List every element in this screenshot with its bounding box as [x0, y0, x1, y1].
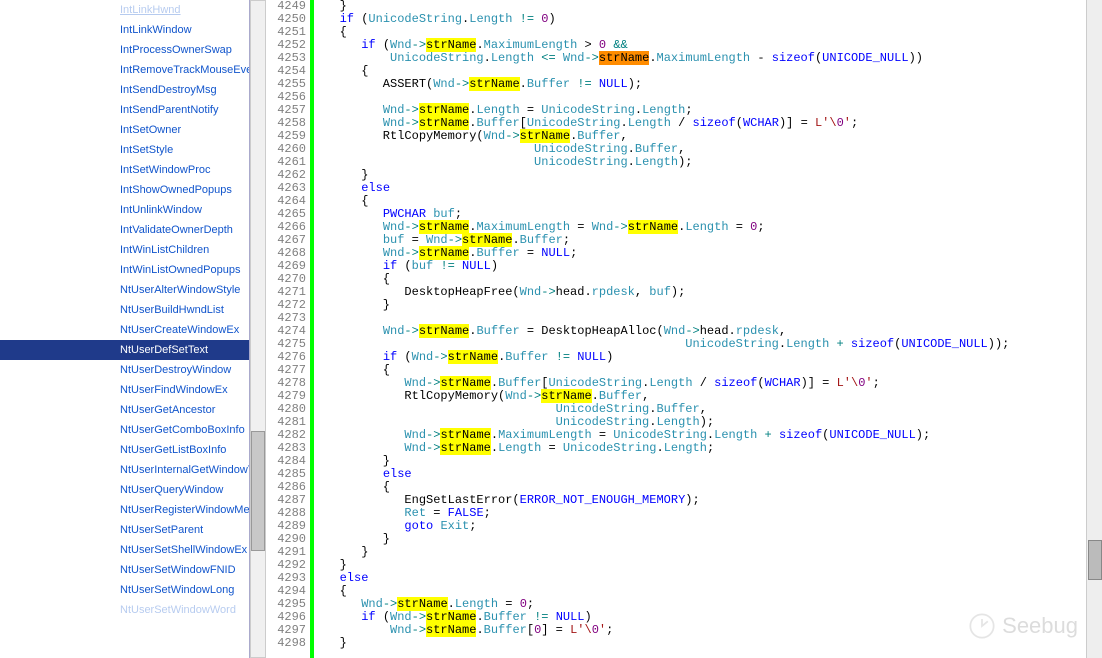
sidebar-item-NtUserSetWindowFNID[interactable]: NtUserSetWindowFNID [0, 560, 249, 580]
function-list-sidebar[interactable]: IntLinkHwndIntLinkWindowIntProcessOwnerS… [0, 0, 250, 658]
editor-scrollbar-thumb[interactable] [1088, 540, 1102, 580]
sidebar-item-NtUserCreateWindowEx[interactable]: NtUserCreateWindowEx [0, 320, 249, 340]
sidebar-item-IntUnlinkWindow[interactable]: IntUnlinkWindow [0, 200, 249, 220]
code-line[interactable]: } [318, 546, 1102, 559]
sidebar-item-NtUserQueryWindow[interactable]: NtUserQueryWindow [0, 480, 249, 500]
line-number-gutter: 4249425042514252425342544255425642574258… [268, 0, 310, 658]
sidebar-item-IntWinListOwnedPopups[interactable]: IntWinListOwnedPopups [0, 260, 249, 280]
code-line[interactable]: } [318, 299, 1102, 312]
sidebar-item-NtUserDestroyWindow[interactable]: NtUserDestroyWindow [0, 360, 249, 380]
code-line[interactable]: } [318, 533, 1102, 546]
sidebar-item-IntSetStyle[interactable]: IntSetStyle [0, 140, 249, 160]
sidebar-item-IntSetWindowProc[interactable]: IntSetWindowProc [0, 160, 249, 180]
sidebar-item-NtUserGetAncestor[interactable]: NtUserGetAncestor [0, 400, 249, 420]
code-line[interactable]: else [318, 468, 1102, 481]
code-line[interactable]: if (buf != NULL) [318, 260, 1102, 273]
sidebar-item-IntShowOwnedPopups[interactable]: IntShowOwnedPopups [0, 180, 249, 200]
sidebar-item-NtUserInternalGetWindowText[interactable]: NtUserInternalGetWindowText [0, 460, 249, 480]
editor-scrollbar-vertical[interactable] [1086, 0, 1102, 658]
sidebar-item-NtUserSetParent[interactable]: NtUserSetParent [0, 520, 249, 540]
code-line[interactable]: UnicodeString.Length); [318, 156, 1102, 169]
sidebar-item-NtUserBuildHwndList[interactable]: NtUserBuildHwndList [0, 300, 249, 320]
sidebar-item-NtUserSetWindowWord[interactable]: NtUserSetWindowWord [0, 600, 249, 620]
code-line[interactable]: ASSERT(Wnd->strName.Buffer != NULL); [318, 78, 1102, 91]
code-line[interactable]: Wnd->strName.Length = UnicodeString.Leng… [318, 442, 1102, 455]
seebug-watermark: Seebug [968, 612, 1078, 640]
sidebar-item-IntRemoveTrackMouseEvent[interactable]: IntRemoveTrackMouseEvent [0, 60, 249, 80]
code-line[interactable]: DesktopHeapFree(Wnd->head.rpdesk, buf); [318, 286, 1102, 299]
code-line[interactable]: } [318, 455, 1102, 468]
sidebar-item-NtUserFindWindowEx[interactable]: NtUserFindWindowEx [0, 380, 249, 400]
code-line[interactable]: if (UnicodeString.Length != 0) [318, 13, 1102, 26]
line-number: 4298 [268, 637, 306, 650]
sidebar-item-NtUserSetShellWindowEx[interactable]: NtUserSetShellWindowEx [0, 540, 249, 560]
code-line[interactable]: else [318, 182, 1102, 195]
sidebar-item-IntSendParentNotify[interactable]: IntSendParentNotify [0, 100, 249, 120]
code-line[interactable]: } [318, 559, 1102, 572]
code-editor[interactable]: 4249425042514252425342544255425642574258… [250, 0, 1102, 658]
sidebar-item-NtUserRegisterWindowMessage[interactable]: NtUserRegisterWindowMessage [0, 500, 249, 520]
sidebar-item-IntLinkHwnd[interactable]: IntLinkHwnd [0, 0, 249, 20]
code-line[interactable]: goto Exit; [318, 520, 1102, 533]
sidebar-item-NtUserGetComboBoxInfo[interactable]: NtUserGetComboBoxInfo [0, 420, 249, 440]
sidebar-item-IntSetOwner[interactable]: IntSetOwner [0, 120, 249, 140]
code-line[interactable]: } [318, 169, 1102, 182]
watermark-text: Seebug [1002, 613, 1078, 639]
sidebar-item-IntWinListChildren[interactable]: IntWinListChildren [0, 240, 249, 260]
code-line[interactable]: UnicodeString.Length <= Wnd->strName.Max… [318, 52, 1102, 65]
sidebar-item-IntLinkWindow[interactable]: IntLinkWindow [0, 20, 249, 40]
sidebar-item-IntProcessOwnerSwap[interactable]: IntProcessOwnerSwap [0, 40, 249, 60]
sidebar-item-NtUserGetListBoxInfo[interactable]: NtUserGetListBoxInfo [0, 440, 249, 460]
sidebar-item-IntValidateOwnerDepth[interactable]: IntValidateOwnerDepth [0, 220, 249, 240]
code-area[interactable]: } if (UnicodeString.Length != 0) { if (W… [314, 0, 1102, 658]
sidebar-item-NtUserSetWindowLong[interactable]: NtUserSetWindowLong [0, 580, 249, 600]
seebug-logo-icon [968, 612, 996, 640]
sidebar-item-NtUserDefSetText[interactable]: NtUserDefSetText [0, 340, 249, 360]
sidebar-item-IntSendDestroyMsg[interactable]: IntSendDestroyMsg [0, 80, 249, 100]
code-line[interactable]: if (Wnd->strName.Buffer != NULL) [318, 351, 1102, 364]
code-line[interactable]: else [318, 572, 1102, 585]
sidebar-item-NtUserAlterWindowStyle[interactable]: NtUserAlterWindowStyle [0, 280, 249, 300]
